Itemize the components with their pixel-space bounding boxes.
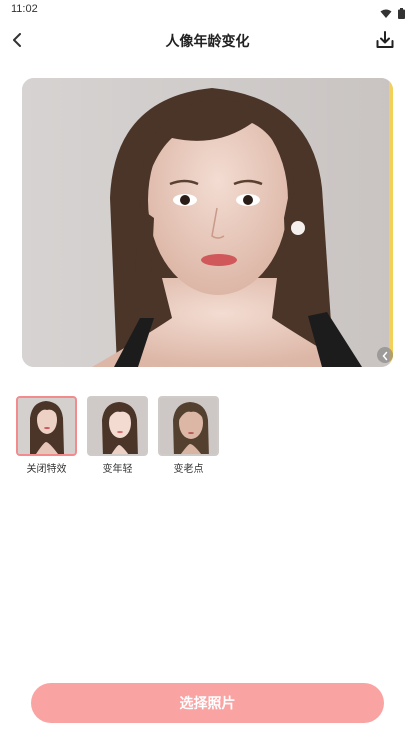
- preview-accent-bar: [389, 78, 393, 367]
- effect-thumbnail[interactable]: [158, 396, 219, 456]
- download-button[interactable]: [375, 30, 397, 52]
- effect-option-off[interactable]: 关闭特效: [16, 396, 77, 475]
- battery-icon: [398, 4, 405, 23]
- effect-option-younger[interactable]: 变年轻: [87, 396, 148, 475]
- chevron-left-icon: [381, 346, 389, 365]
- effect-label: 变老点: [173, 464, 204, 475]
- compare-handle[interactable]: [377, 347, 393, 363]
- status-time: 11:02: [11, 3, 38, 15]
- status-icons: [380, 4, 405, 23]
- effect-thumbnail[interactable]: [87, 396, 148, 456]
- effect-thumbnail[interactable]: [16, 396, 77, 456]
- effect-label: 关闭特效: [26, 464, 67, 475]
- effect-options: 关闭特效 变年轻 变老点: [16, 396, 219, 475]
- app-bar: 人像年龄变化: [0, 22, 415, 60]
- page-title: 人像年龄变化: [165, 34, 250, 50]
- effect-option-older[interactable]: 变老点: [158, 396, 219, 475]
- wifi-icon: [380, 4, 392, 23]
- portrait-photo: [22, 78, 393, 367]
- effect-label: 变年轻: [102, 464, 133, 475]
- download-icon: [375, 31, 395, 54]
- status-bar: 11:02: [0, 0, 415, 20]
- select-photo-button[interactable]: 选择照片: [31, 683, 384, 723]
- preview-image: [22, 78, 393, 367]
